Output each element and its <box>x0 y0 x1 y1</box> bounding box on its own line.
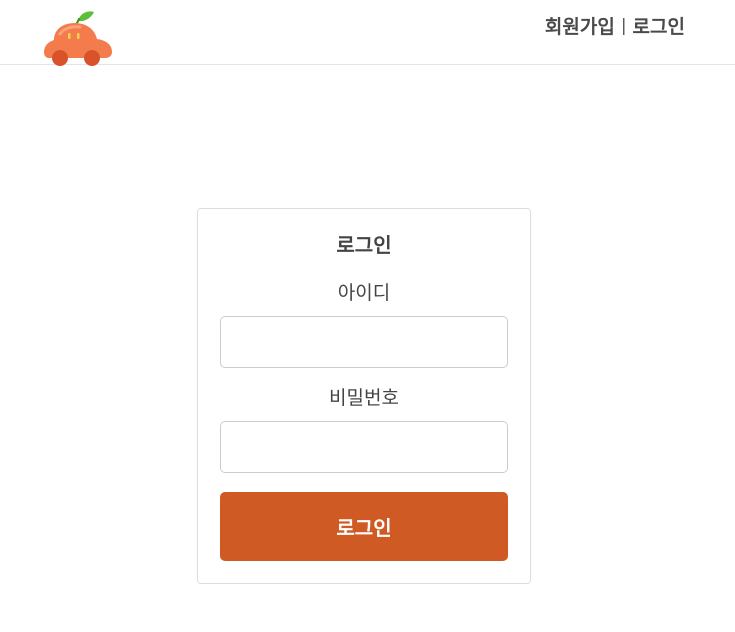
password-input[interactable] <box>220 421 508 473</box>
top-nav: 회원가입 | 로그인 <box>545 12 685 39</box>
page: 회원가입 | 로그인 로그인 아이디 비밀번호 로그인 <box>0 0 735 632</box>
login-card: 로그인 아이디 비밀번호 로그인 <box>197 208 531 584</box>
signup-link[interactable]: 회원가입 <box>545 12 615 39</box>
login-submit-button[interactable]: 로그인 <box>220 492 508 561</box>
site-header: 회원가입 | 로그인 <box>0 0 735 66</box>
id-label: 아이디 <box>337 282 391 304</box>
tangerine-car-logo-icon[interactable] <box>40 8 116 66</box>
logo-graphic <box>44 11 112 66</box>
login-link[interactable]: 로그인 <box>633 12 685 39</box>
id-input[interactable] <box>220 316 508 368</box>
nav-separator: | <box>620 15 627 36</box>
login-title: 로그인 <box>336 233 392 257</box>
password-label: 비밀번호 <box>329 387 399 409</box>
